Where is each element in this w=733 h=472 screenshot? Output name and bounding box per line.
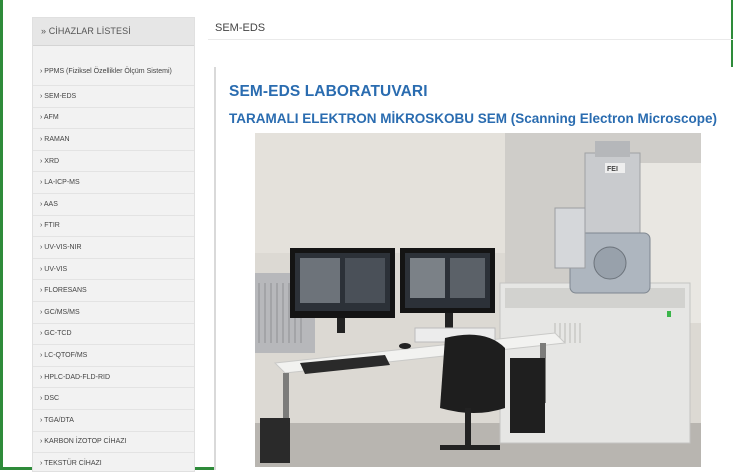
- sidebar-item[interactable]: › LC-QTOF/MS: [33, 345, 194, 367]
- sidebar-item[interactable]: › AFM: [33, 108, 194, 130]
- sidebar-item[interactable]: › GC/MS/MS: [33, 302, 194, 324]
- sidebar-item[interactable]: › AAS: [33, 194, 194, 216]
- sidebar-item[interactable]: › KARBON İZOTOP CİHAZI: [33, 432, 194, 454]
- device-list-sidebar: » CİHAZLAR LİSTESİ › PPMS (Fiziksel Özel…: [32, 17, 195, 472]
- sidebar-item[interactable]: › UV-VIS: [33, 259, 194, 281]
- lab-heading: SEM-EDS LABORATUVARI: [229, 83, 428, 100]
- fei-logo-text: FEI: [607, 166, 618, 173]
- sidebar-item[interactable]: › GC-TCD: [33, 324, 194, 346]
- sidebar-item[interactable]: › FLORESANS: [33, 280, 194, 302]
- sidebar-item[interactable]: › PPMS (Fiziksel Özellikler Ölçüm Sistem…: [33, 58, 194, 86]
- sidebar-item[interactable]: › UV-VIS-NIR: [33, 237, 194, 259]
- sem-photo-illustration: FEI: [255, 133, 701, 467]
- sidebar-item[interactable]: › FTIR: [33, 216, 194, 238]
- page-title: SEM-EDS: [215, 22, 266, 34]
- sidebar-item[interactable]: › SEM-EDS: [33, 86, 194, 108]
- sidebar-item[interactable]: › DSC: [33, 388, 194, 410]
- lab-subheading: TARAMALI ELEKTRON MİKROSKOBU SEM (Scanni…: [229, 111, 718, 126]
- sidebar-item[interactable]: › TGA/DTA: [33, 410, 194, 432]
- sidebar-item[interactable]: › TEKSTÜR CİHAZI: [33, 453, 194, 471]
- sidebar-item[interactable]: › XRD: [33, 151, 194, 173]
- sidebar-item[interactable]: › RAMAN: [33, 129, 194, 151]
- sidebar-item[interactable]: › LA-ICP-MS: [33, 172, 194, 194]
- title-divider: [208, 39, 733, 40]
- sidebar-item[interactable]: › HPLC-DAD-FLD-RID: [33, 367, 194, 389]
- sidebar-header: » CİHAZLAR LİSTESİ: [33, 18, 194, 46]
- sidebar-list: › PPMS (Fiziksel Özellikler Ölçüm Sistem…: [33, 46, 194, 471]
- sem-microscope-photo: FEI: [255, 133, 701, 467]
